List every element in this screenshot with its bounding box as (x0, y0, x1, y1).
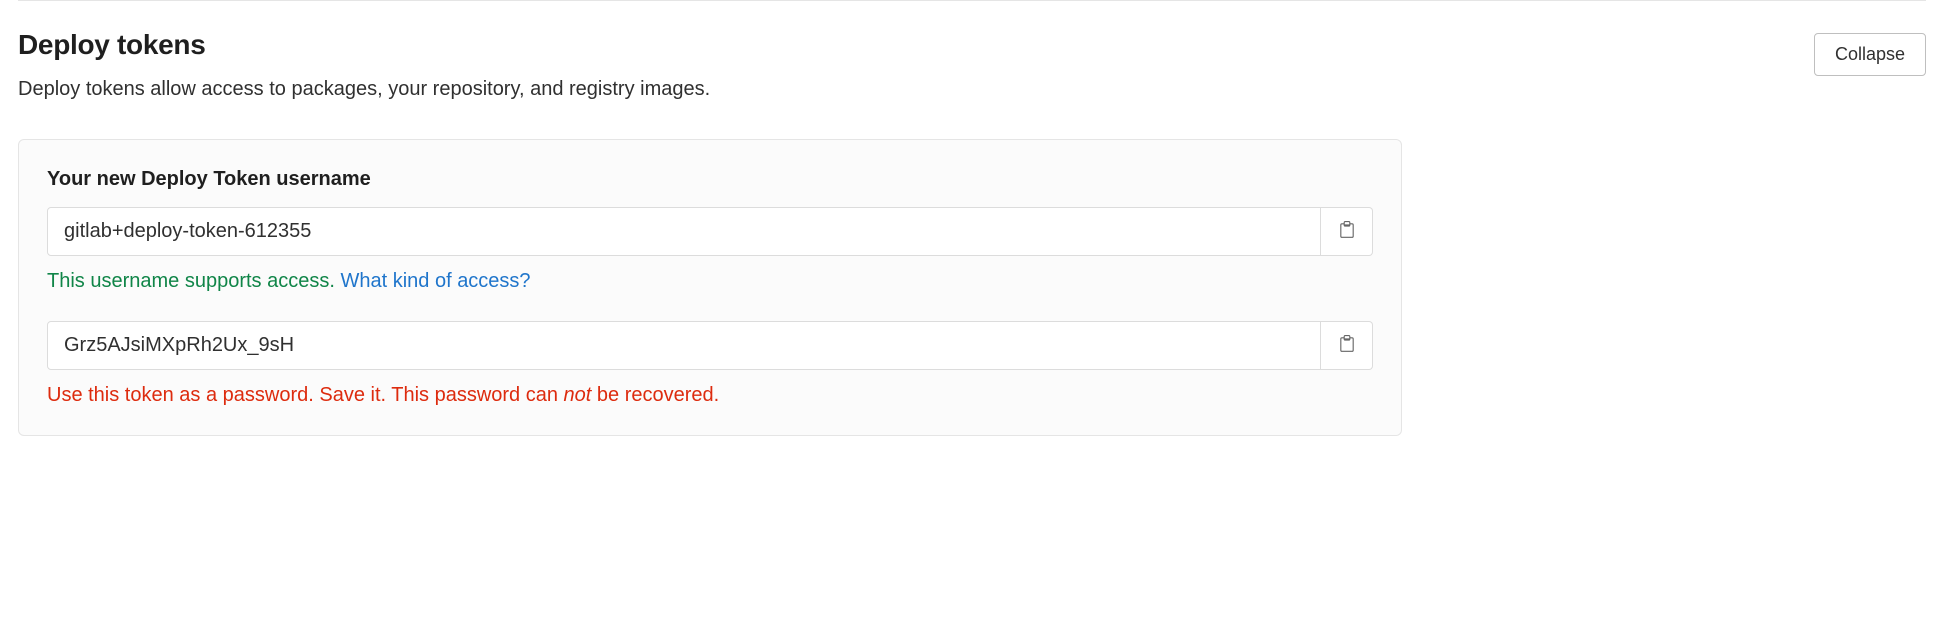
token-input-group (47, 321, 1373, 370)
section-header: Deploy tokens Deploy tokens allow access… (18, 29, 1926, 103)
username-input-group (47, 207, 1373, 256)
username-input[interactable] (47, 207, 1321, 256)
collapse-button[interactable]: Collapse (1814, 33, 1926, 76)
token-helper-prefix: Use this token as a password. Save it. T… (47, 384, 564, 406)
username-helper-text: This username supports access. (47, 270, 340, 292)
copy-token-button[interactable] (1321, 321, 1373, 370)
deploy-token-card: Your new Deploy Token username This user… (18, 139, 1402, 436)
clipboard-icon (1338, 335, 1356, 356)
copy-username-button[interactable] (1321, 207, 1373, 256)
username-label: Your new Deploy Token username (47, 168, 1373, 191)
token-helper-suffix: be recovered. (591, 384, 719, 406)
token-helper: Use this token as a password. Save it. T… (47, 384, 1373, 407)
section-description: Deploy tokens allow access to packages, … (18, 75, 1794, 103)
token-helper-em: not (564, 384, 592, 406)
section-title: Deploy tokens (18, 29, 1794, 61)
username-helper: This username supports access. What kind… (47, 270, 1373, 293)
token-input[interactable] (47, 321, 1321, 370)
clipboard-icon (1338, 221, 1356, 242)
access-info-link[interactable]: What kind of access? (340, 270, 530, 292)
section-divider (18, 0, 1926, 1)
